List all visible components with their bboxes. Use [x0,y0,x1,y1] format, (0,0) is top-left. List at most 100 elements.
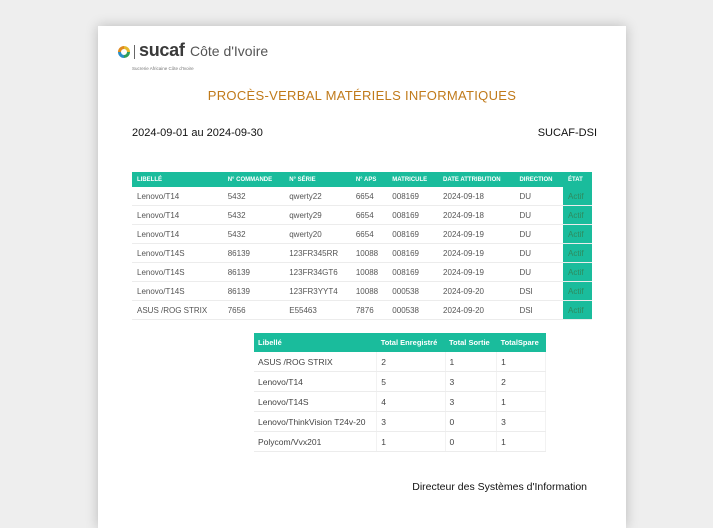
document-page: sucaf Côte d'Ivoire Sucrerie Africaine C… [98,26,626,528]
table-row: ASUS /ROG STRIX 7656 E55463 7876 000538 … [132,300,592,320]
cell: Polycom/Vvx201 [254,431,378,452]
col-direction: DIRECTION [514,172,564,187]
cell: 008169 [387,187,439,206]
cell: DSI [514,281,564,301]
department-label: SUCAF-DSI [537,127,597,139]
col-total-enregistre: Total Enregistré [376,333,446,352]
status-badge: Actif [563,243,592,263]
cell: qwerty22 [284,187,351,206]
cell: 2024-09-19 [438,262,515,282]
cell: 3 [445,371,498,392]
col-date: DATE ATTRIBUTION [438,172,515,187]
cell: 2024-09-19 [438,224,515,244]
cell: Lenovo/T14 [254,371,378,392]
cell: 10088 [350,281,388,301]
col-total-spare: TotalSpare [496,333,546,352]
cell: Lenovo/T14S [132,262,223,282]
table-row: Lenovo/T14 5432 qwerty29 6654 008169 202… [132,205,592,225]
cell: 1 [496,431,546,452]
table-row: Lenovo/T14S 86139 123FR3YYT4 10088 00053… [132,281,592,301]
cell: Lenovo/T14 [132,187,223,206]
cell: 4 [376,391,446,412]
cell: 3 [445,391,498,412]
equipment-table-header: LIBELLÉ N° COMMANDE N° SÉRIE N° APS MATR… [132,172,592,187]
report-period: 2024-09-01 au 2024-09-30 [132,127,263,139]
col-libelle: Libellé [254,333,377,352]
cell: 86139 [222,262,285,282]
cell: 008169 [387,243,439,263]
cell: 2024-09-18 [438,205,515,225]
table-row: Lenovo/ThinkVision T24v-20 3 0 3 [254,411,546,432]
cell: 7656 [222,300,285,320]
table-row: Lenovo/T14 5432 qwerty20 6654 008169 202… [132,224,592,244]
status-badge: Actif [563,187,592,206]
cell: DU [514,205,564,225]
col-matricule: MATRICULE [387,172,439,187]
cell: 2 [496,371,546,392]
cell: qwerty29 [284,205,351,225]
cell: 0 [445,411,498,432]
cell: 000538 [387,300,439,320]
cell: 1 [496,391,546,412]
col-aps: N° APS [350,172,388,187]
status-badge: Actif [563,281,592,301]
cell: DU [514,224,564,244]
table-row: Lenovo/T14S 86139 123FR34GT6 10088 00816… [132,262,592,282]
table-row: Lenovo/T14S 4 3 1 [254,391,546,412]
cell: 123FR345RR [284,243,351,263]
cell: ASUS /ROG STRIX [254,352,378,372]
cell: DU [514,187,564,206]
cell: 5432 [222,205,285,225]
table-row: Lenovo/T14S 86139 123FR345RR 10088 00816… [132,243,592,263]
cell: Lenovo/T14S [132,281,223,301]
cell: Lenovo/T14 [132,224,223,244]
cell: 3 [496,411,546,432]
col-commande: N° COMMANDE [222,172,285,187]
table-row: ASUS /ROG STRIX 2 1 1 [254,352,546,372]
col-total-sortie: Total Sortie [445,333,497,352]
col-serie: N° SÉRIE [284,172,351,187]
equipment-table: LIBELLÉ N° COMMANDE N° SÉRIE N° APS MATR… [132,172,592,320]
cell: 3 [376,411,446,432]
logo-country: Côte d'Ivoire [190,43,269,59]
cell: 2 [376,352,446,372]
cell: 008169 [387,205,439,225]
cell: 0 [445,431,498,452]
cell: 2024-09-20 [438,281,515,301]
company-logo: sucaf Côte d'Ivoire Sucrerie Africaine C… [117,40,337,83]
cell: E55463 [284,300,351,320]
table-row: Polycom/Vvx201 1 0 1 [254,431,546,452]
cell: 10088 [350,262,388,282]
cell: 6654 [350,205,388,225]
cell: DSI [514,300,564,320]
cell: 1 [445,352,498,372]
status-badge: Actif [563,300,592,320]
cell: 008169 [387,224,439,244]
logo-separator [134,45,135,59]
cell: 5432 [222,187,285,206]
cell: 1 [496,352,546,372]
logo-subtitle: Sucrerie Africaine Côte d'Ivoire [132,66,194,71]
cell: Lenovo/T14S [132,243,223,263]
document-title: PROCÈS-VERBAL MATÉRIELS INFORMATIQUES [207,88,517,103]
status-badge: Actif [563,262,592,282]
cell: 6654 [350,224,388,244]
summary-table-header: Libellé Total Enregistré Total Sortie To… [254,333,546,352]
cell: DU [514,262,564,282]
cell: 123FR34GT6 [284,262,351,282]
cell: 2024-09-19 [438,243,515,263]
table-row: Lenovo/T14 5 3 2 [254,371,546,392]
status-badge: Actif [563,205,592,225]
cell: Lenovo/ThinkVision T24v-20 [254,411,378,432]
cell: Lenovo/T14S [254,391,378,412]
signature-title: Directeur des Systèmes d'Information [412,481,587,493]
cell: 1 [376,431,446,452]
sucaf-logo-icon [118,46,130,58]
cell: qwerty20 [284,224,351,244]
col-etat: ÉTAT [563,172,592,187]
cell: 2024-09-18 [438,187,515,206]
cell: 6654 [350,187,388,206]
cell: 10088 [350,243,388,263]
cell: DU [514,243,564,263]
cell: 000538 [387,281,439,301]
